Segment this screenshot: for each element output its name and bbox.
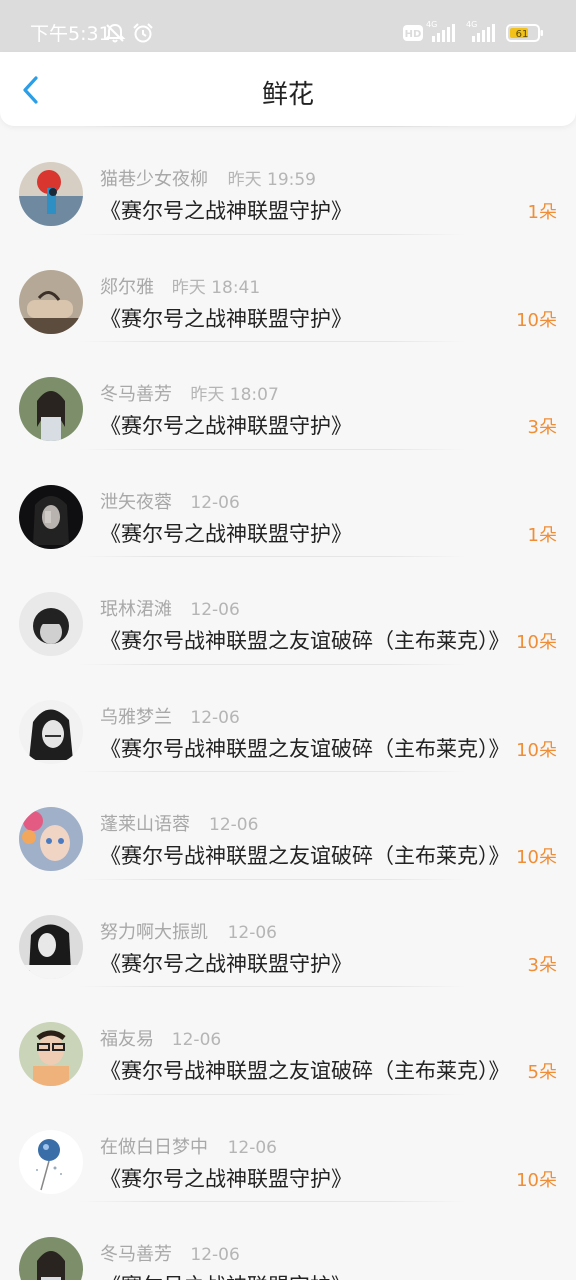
flower-count: 1朵 xyxy=(527,202,557,223)
gift-time: 12-06 xyxy=(171,1030,222,1050)
divider xyxy=(78,126,466,127)
gift-time: 12-06 xyxy=(190,707,240,728)
list-item[interactable]: 在做白日梦中 12-06 《赛尔号之战神联盟守护》 10朵 xyxy=(0,1093,576,1202)
list-item[interactable]: 蓬莱山语蓉 12-06 《赛尔号战神联盟之友谊破碎（主布莱克）》 10朵 xyxy=(0,771,576,879)
hd-icon: HD xyxy=(403,25,423,41)
gift-time: 12-06 xyxy=(227,1137,277,1158)
list-item[interactable]: 福友易 12-06 《赛尔号战神联盟之友谊破碎（主布莱克）》 5朵 xyxy=(0,986,576,1094)
mute-bell-icon xyxy=(104,23,126,43)
sender-name[interactable]: 冬马善芳 xyxy=(100,1244,172,1266)
divider xyxy=(78,233,466,235)
work-title[interactable]: 《赛尔号之战神联盟守护》 xyxy=(100,520,352,548)
flower-count: 5朵 xyxy=(527,1062,557,1083)
status-bar: 下午5:31 HD 4G 4G 61 xyxy=(0,0,576,52)
sender-name[interactable]: 在做白日梦中 xyxy=(100,1137,208,1159)
work-title[interactable]: 《赛尔号战神联盟之友谊破碎（主布莱克）》 xyxy=(100,842,510,870)
signal-4g-icon: 4G xyxy=(426,20,455,42)
divider xyxy=(78,1093,466,1095)
flower-count: 10朵 xyxy=(516,739,557,761)
divider xyxy=(78,341,466,342)
flower-count: 3朵 xyxy=(527,417,557,438)
gift-time: 12-06 xyxy=(227,922,277,943)
sender-name[interactable]: 努力啊大振凯 xyxy=(100,922,208,944)
sender-name[interactable]: 珉林涒滩 xyxy=(100,599,172,621)
avatar[interactable] xyxy=(19,1129,83,1194)
sender-name[interactable]: 蓬莱山语蓉 xyxy=(100,814,190,836)
flower-count: 10朵 xyxy=(516,632,557,653)
list-item[interactable]: 珉林涒滩 12-06 《赛尔号战神联盟之友谊破碎（主布莱克）》 10朵 xyxy=(0,556,576,664)
avatar[interactable] xyxy=(19,807,83,871)
sender-name[interactable]: 泄矢夜蓉 xyxy=(100,492,172,514)
divider xyxy=(78,771,466,772)
list-item[interactable]: 乌雅梦兰 12-06 《赛尔号战神联盟之友谊破碎（主布莱克）》 10朵 xyxy=(0,663,576,772)
avatar[interactable] xyxy=(19,162,83,226)
avatar[interactable] xyxy=(19,377,83,441)
avatar[interactable] xyxy=(19,269,83,334)
gift-time: 12-06 xyxy=(190,1245,240,1265)
list-item[interactable]: 泄矢夜蓉 12-06 《赛尔号之战神联盟守护》 1朵 xyxy=(0,448,576,557)
work-title[interactable]: 《赛尔号之战神联盟守护》 xyxy=(100,1165,352,1193)
flower-count: 10朵 xyxy=(516,309,557,331)
work-title[interactable]: 《赛尔号战神联盟之友谊破碎（主布莱克）》 xyxy=(100,735,510,763)
svg-text:4G: 4G xyxy=(466,20,477,29)
sender-name[interactable]: 乌雅梦兰 xyxy=(100,707,172,729)
list-item[interactable]: 猫巷少女夜柳 昨天 19:59 《赛尔号之战神联盟守护》 1朵 xyxy=(0,126,576,234)
page-title: 鲜花 xyxy=(261,80,314,110)
nav-header: 鲜花 xyxy=(0,52,576,126)
avatar[interactable] xyxy=(19,1022,83,1086)
divider xyxy=(78,878,466,880)
divider xyxy=(78,986,466,987)
avatar[interactable] xyxy=(19,592,83,656)
gift-time: 12-06 xyxy=(209,815,259,835)
list-item[interactable]: 冬马善芳 12-06 《赛尔号之战神联盟守护》 xyxy=(0,1201,576,1280)
flower-count: 10朵 xyxy=(516,1169,557,1191)
sender-name[interactable]: 郯尔雅 xyxy=(100,277,154,299)
list-item[interactable]: 冬马善芳 昨天 18:07 《赛尔号之战神联盟守护》 3朵 xyxy=(0,341,576,449)
sender-name[interactable]: 福友易 xyxy=(100,1029,154,1051)
work-title[interactable]: 《赛尔号之战神联盟守护》 xyxy=(100,197,352,225)
signal-4g-icon: 4G xyxy=(466,20,495,42)
work-title[interactable]: 《赛尔号之战神联盟守护》 xyxy=(100,950,352,978)
flower-gift-list[interactable]: 猫巷少女夜柳 昨天 19:59 《赛尔号之战神联盟守护》 1朵 郯尔雅 昨天 18:41 《… xyxy=(0,126,576,1280)
avatar[interactable] xyxy=(19,484,83,549)
gift-time: 昨天 18:41 xyxy=(171,277,261,298)
status-time: 下午5:31 xyxy=(30,23,111,45)
work-title[interactable]: 《赛尔号之战神联盟守护》 xyxy=(100,305,352,333)
flower-count: 10朵 xyxy=(516,847,557,868)
avatar[interactable] xyxy=(19,914,83,979)
avatar[interactable] xyxy=(19,1237,83,1280)
sender-name[interactable]: 冬马善芳 xyxy=(100,384,172,406)
gift-time: 昨天 19:59 xyxy=(227,170,316,190)
work-title[interactable]: 《赛尔号之战神联盟守护》 xyxy=(100,412,352,440)
list-item[interactable]: 努力啊大振凯 12-06 《赛尔号之战神联盟守护》 3朵 xyxy=(0,878,576,987)
svg-text:61: 61 xyxy=(516,29,529,40)
sender-name[interactable]: 猫巷少女夜柳 xyxy=(100,169,208,191)
flower-count: 3朵 xyxy=(527,954,557,976)
battery-icon: 61 xyxy=(506,24,543,42)
gift-time: 12-06 xyxy=(190,492,240,513)
svg-text:4G: 4G xyxy=(426,20,437,29)
work-title[interactable]: 《赛尔号之战神联盟守护》 xyxy=(100,1272,352,1280)
avatar[interactable] xyxy=(19,699,83,764)
gift-time: 昨天 18:07 xyxy=(190,385,279,405)
divider xyxy=(78,448,466,450)
gift-time: 12-06 xyxy=(190,600,240,620)
divider xyxy=(78,556,466,557)
divider xyxy=(78,663,466,665)
divider xyxy=(78,1201,466,1202)
work-title[interactable]: 《赛尔号战神联盟之友谊破碎（主布莱克）》 xyxy=(100,1057,510,1085)
svg-text:HD: HD xyxy=(405,29,422,40)
flower-count: 1朵 xyxy=(527,524,557,546)
work-title[interactable]: 《赛尔号战神联盟之友谊破碎（主布莱克）》 xyxy=(100,627,510,655)
list-item[interactable]: 郯尔雅 昨天 18:41 《赛尔号之战神联盟守护》 10朵 xyxy=(0,233,576,342)
alarm-icon xyxy=(133,23,153,43)
